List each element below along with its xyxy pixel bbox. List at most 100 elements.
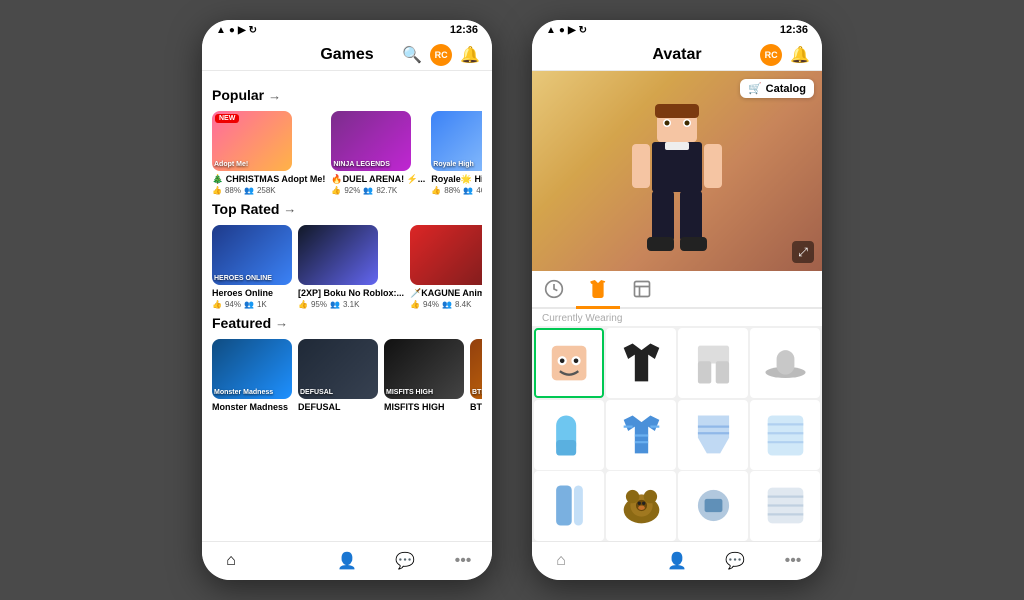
game-title-ninja: 🔥DUEL ARENA! ⚡... [331, 174, 425, 185]
avatar-item-right-arm[interactable] [678, 400, 748, 470]
game-thumb-defusal[interactable]: DEFUSAL [298, 339, 378, 399]
game-thumb-ninja[interactable]: NINJA LEGENDS [331, 111, 411, 171]
game-thumb-bthro[interactable]: BTHRO [470, 339, 482, 399]
list-item[interactable]: 🗡️KAGUNE Anime... 👍 94% 👥 8.4K [410, 225, 482, 309]
avatar-item-extra[interactable] [750, 471, 820, 541]
players-icon: 👥 [442, 300, 452, 309]
game-title-heroes: Heroes Online [212, 288, 292, 299]
rc-badge-right[interactable]: RC [760, 44, 782, 66]
avatar-nav-icons: RC 🔔 [760, 44, 810, 66]
search-icon[interactable]: 🔍 [402, 45, 422, 65]
like-icon: 👍 [212, 186, 222, 195]
home-icon-r: ⌂ [550, 550, 572, 572]
avatar-tabs [532, 271, 822, 309]
popular-games-row: NEW Adopt Me! 🎄 CHRISTMAS Adopt Me! 👍 88… [212, 111, 482, 195]
game-title-monster: Monster Madness [212, 402, 292, 413]
left-arm-svg [545, 411, 594, 460]
like-pct: 94% [225, 300, 241, 309]
list-item[interactable]: Royale High Royale🌟 High 👍 88% 👥 46.7K [431, 111, 482, 195]
players-icon: 👥 [244, 186, 254, 195]
nav-item-avatar[interactable]: 👤 [336, 550, 358, 572]
like-icon: 👍 [431, 186, 441, 195]
featured-section-header: Featured → [212, 315, 482, 331]
avatar-item-leg[interactable] [534, 471, 604, 541]
players-icon: 👥 [330, 300, 340, 309]
leg-svg [545, 481, 594, 530]
list-item[interactable]: [2XP] Boku No Roblox:... 👍 95% 👥 3.1K [298, 225, 404, 309]
nav-item-more-r[interactable]: ••• [782, 550, 804, 572]
left-phone: ▲ ● ▶ ↻ 12:36 Games 🔍 RC 🔔 Popular → NEW… [202, 20, 492, 580]
bell-icon[interactable]: 🔔 [460, 45, 480, 65]
thumb-label-misfits: MISFITS HIGH [386, 389, 462, 397]
list-item[interactable]: NEW Adopt Me! 🎄 CHRISTMAS Adopt Me! 👍 88… [212, 111, 325, 195]
catalog-label: Catalog [766, 83, 806, 95]
refresh-icon: ↻ [249, 25, 257, 36]
list-item[interactable]: Monster Madness Monster Madness [212, 339, 292, 413]
like-pct: 92% [344, 186, 360, 195]
featured-label: Featured [212, 315, 271, 331]
avatar-item-pants[interactable] [678, 328, 748, 398]
bell-icon-right[interactable]: 🔔 [790, 45, 810, 65]
list-item[interactable]: HEROES ONLINE Heroes Online 👍 94% 👥 1K [212, 225, 292, 309]
nav-item-home-r[interactable]: ⌂ [550, 550, 572, 572]
tab-clothing[interactable] [576, 271, 620, 309]
rc-badge[interactable]: RC [430, 44, 452, 66]
players-icon: 👥 [463, 186, 473, 195]
players-count: 8.4K [455, 300, 471, 309]
game-title-bthro: BTHRO [470, 402, 482, 413]
avatar-item-sleeve[interactable] [750, 400, 820, 470]
avatar-item-left-arm[interactable] [534, 400, 604, 470]
expand-icon[interactable]: ⤢ [792, 241, 814, 263]
play-icon: ▶ [238, 25, 246, 36]
like-pct: 94% [423, 300, 439, 309]
game-title-adopt: 🎄 CHRISTMAS Adopt Me! [212, 174, 325, 185]
game-thumb-adopt[interactable]: NEW Adopt Me! [212, 111, 292, 171]
game-stats-adopt: 👍 88% 👥 258K [212, 186, 325, 195]
avatar-item-sweater[interactable] [606, 400, 676, 470]
nav-item-play-r[interactable]: ▶ [608, 550, 630, 572]
face-svg [546, 340, 592, 386]
nav-item-play[interactable]: ▶ [278, 550, 300, 572]
game-thumb-misfits[interactable]: MISFITS HIGH [384, 339, 464, 399]
nav-item-chat[interactable]: 💬 [394, 550, 416, 572]
game-thumb-heroes[interactable]: HEROES ONLINE [212, 225, 292, 285]
nav-item-home[interactable]: ⌂ [220, 550, 242, 572]
tab-recent[interactable] [532, 271, 576, 309]
sweater-svg [617, 411, 666, 460]
toprated-arrow[interactable]: → [283, 201, 296, 216]
nav-item-avatar-r[interactable]: 👤 [666, 550, 688, 572]
list-item[interactable]: NINJA LEGENDS 🔥DUEL ARENA! ⚡... 👍 92% 👥 … [331, 111, 425, 195]
tab-inventory[interactable] [620, 271, 664, 309]
game-title-royale: Royale🌟 High [431, 174, 482, 185]
popular-arrow[interactable]: → [268, 88, 281, 103]
nav-item-chat-r[interactable]: 💬 [724, 550, 746, 572]
game-thumb-royale[interactable]: Royale High [431, 111, 482, 171]
avatar-viewport: 🛒 Catalog [532, 71, 822, 271]
right-time: 12:36 [780, 24, 808, 36]
game-thumb-boku[interactable] [298, 225, 378, 285]
hat-svg [761, 339, 810, 388]
avatar-item-shirt[interactable] [606, 328, 676, 398]
home-icon: ⌂ [220, 550, 242, 572]
left-status-icons: ▲ ● ▶ ↻ [216, 25, 257, 36]
cart-icon: 🛒 [748, 82, 762, 95]
avatar-item-face[interactable] [534, 328, 604, 398]
left-top-nav: Games 🔍 RC 🔔 [202, 40, 492, 71]
list-item[interactable]: MISFITS HIGH MISFITS HIGH [384, 339, 464, 413]
game-thumb-kagune[interactable] [410, 225, 482, 285]
avatar-item-hat[interactable] [750, 328, 820, 398]
avatar-item-accessory[interactable] [678, 471, 748, 541]
avatar-item-hat2[interactable] [606, 471, 676, 541]
featured-arrow[interactable]: → [275, 315, 288, 330]
list-item[interactable]: BTHRO BTHRO [470, 339, 482, 413]
more-icon-r: ••• [782, 550, 804, 572]
players-count: 258K [257, 186, 276, 195]
game-stats-ninja: 👍 92% 👥 82.7K [331, 186, 425, 195]
nav-item-more[interactable]: ••• [452, 550, 474, 572]
wearing-label: Currently Wearing [532, 309, 822, 326]
right-status-bar: ▲ ● ▶ ↻ 12:36 [532, 20, 822, 40]
catalog-button[interactable]: 🛒 Catalog [740, 79, 814, 98]
bear-hat-svg [617, 481, 666, 530]
game-thumb-monster[interactable]: Monster Madness [212, 339, 292, 399]
list-item[interactable]: DEFUSAL DEFUSAL [298, 339, 378, 413]
